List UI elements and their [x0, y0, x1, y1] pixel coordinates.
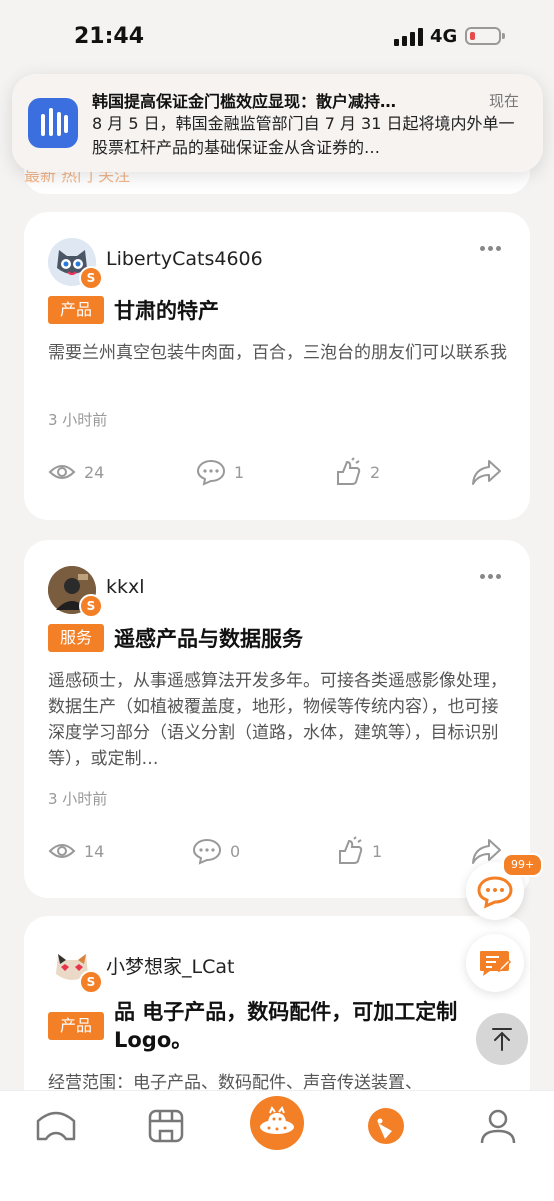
category-tag: 服务 [48, 624, 105, 652]
username[interactable]: LibertyCats4606 [106, 248, 263, 270]
post-stats: 14 0 1 [48, 836, 508, 866]
status-time: 21:44 [74, 24, 145, 49]
discover-icon [368, 1108, 404, 1144]
like-button[interactable]: 1 [334, 836, 382, 866]
eye-icon [48, 844, 76, 858]
post-stats: 24 1 2 [48, 457, 508, 487]
notification-time: 现在 [488, 92, 519, 110]
verified-badge: S [79, 266, 103, 290]
status-bar: 21:44 4G [0, 0, 554, 70]
share-icon [472, 460, 501, 485]
post-description[interactable]: 遥感硕士，从事遥感算法开发多年。可接各类遥感影像处理，数据生产（如植被覆盖度，地… [48, 668, 508, 772]
store-icon [148, 1109, 184, 1143]
post-title[interactable]: 甘肃的特产 [114, 295, 219, 325]
comment-button[interactable]: 0 [192, 836, 240, 866]
share-icon [472, 839, 501, 864]
username[interactable]: 小梦想家_LCat [106, 952, 234, 979]
tab-profile[interactable] [468, 1101, 528, 1151]
notification-body: 8 月 5 日，韩国金融监管部门自 7 月 31 日起将境内外单一股票杠杆产品的… [92, 114, 515, 157]
profile-icon [480, 1109, 516, 1144]
post-description[interactable]: 需要兰州真空包装牛肉面，百合，三泡台的朋友们可以联系我 [48, 340, 508, 366]
tab-home[interactable] [26, 1101, 86, 1151]
comment-icon [196, 459, 226, 486]
comment-icon [192, 838, 222, 865]
views-count: 24 [84, 462, 105, 482]
tab-center-main[interactable] [250, 1096, 304, 1150]
tab-store[interactable] [136, 1101, 196, 1151]
back-to-top-button[interactable] [476, 1013, 528, 1065]
home-icon [36, 1111, 76, 1141]
post-time: 3 小时前 [48, 411, 108, 429]
post-time: 3 小时前 [48, 790, 108, 808]
post-title[interactable]: 品 电子产品，数码配件，可加工定制Logo。 [114, 998, 494, 1054]
like-button[interactable]: 2 [332, 457, 380, 487]
eye-icon [48, 465, 76, 479]
like-icon [337, 457, 361, 485]
share-button[interactable] [470, 457, 502, 487]
push-notification[interactable]: 韩国提高保证金门槛效应显现：散户减持… 现在 8 月 5 日，韩国金融监管部门自… [12, 74, 543, 172]
verified-badge: S [79, 970, 103, 994]
likes-count: 2 [370, 462, 381, 482]
comments-count: 0 [230, 841, 241, 861]
views-stat: 24 [48, 457, 104, 487]
tab-discover[interactable] [356, 1101, 416, 1151]
post-title[interactable]: 遥感产品与数据服务 [114, 623, 303, 653]
message-count-badge: 99+ [502, 853, 544, 877]
ufo-icon [260, 1105, 294, 1134]
comment-button[interactable]: 1 [196, 457, 244, 487]
arrow-up-icon [492, 1028, 512, 1051]
like-icon [339, 836, 363, 864]
views-stat: 14 [48, 836, 104, 866]
battery-icon [465, 27, 505, 45]
verified-badge: S [79, 594, 103, 618]
edit-note-icon [480, 951, 512, 976]
more-options-icon[interactable] [480, 246, 502, 252]
more-options-icon[interactable] [480, 574, 502, 580]
likes-count: 1 [372, 841, 383, 861]
comments-count: 1 [234, 462, 245, 482]
post-card[interactable]: S kkxl 服务 遥感产品与数据服务 遥感硕士，从事遥感算法开发多年。可接各类… [24, 540, 530, 898]
username[interactable]: kkxl [106, 576, 145, 598]
news-app-icon [28, 98, 78, 148]
category-tag: 产品 [48, 296, 105, 324]
network-type: 4G [430, 26, 458, 47]
notification-title: 韩国提高保证金门槛效应显现：散户减持… [92, 92, 397, 111]
compose-button[interactable] [466, 934, 524, 992]
category-tag: 产品 [48, 1012, 105, 1040]
signal-icon [394, 28, 424, 46]
views-count: 14 [84, 841, 105, 861]
post-card[interactable]: S LibertyCats4606 产品 甘肃的特产 需要兰州真空包装牛肉面，百… [24, 212, 530, 520]
